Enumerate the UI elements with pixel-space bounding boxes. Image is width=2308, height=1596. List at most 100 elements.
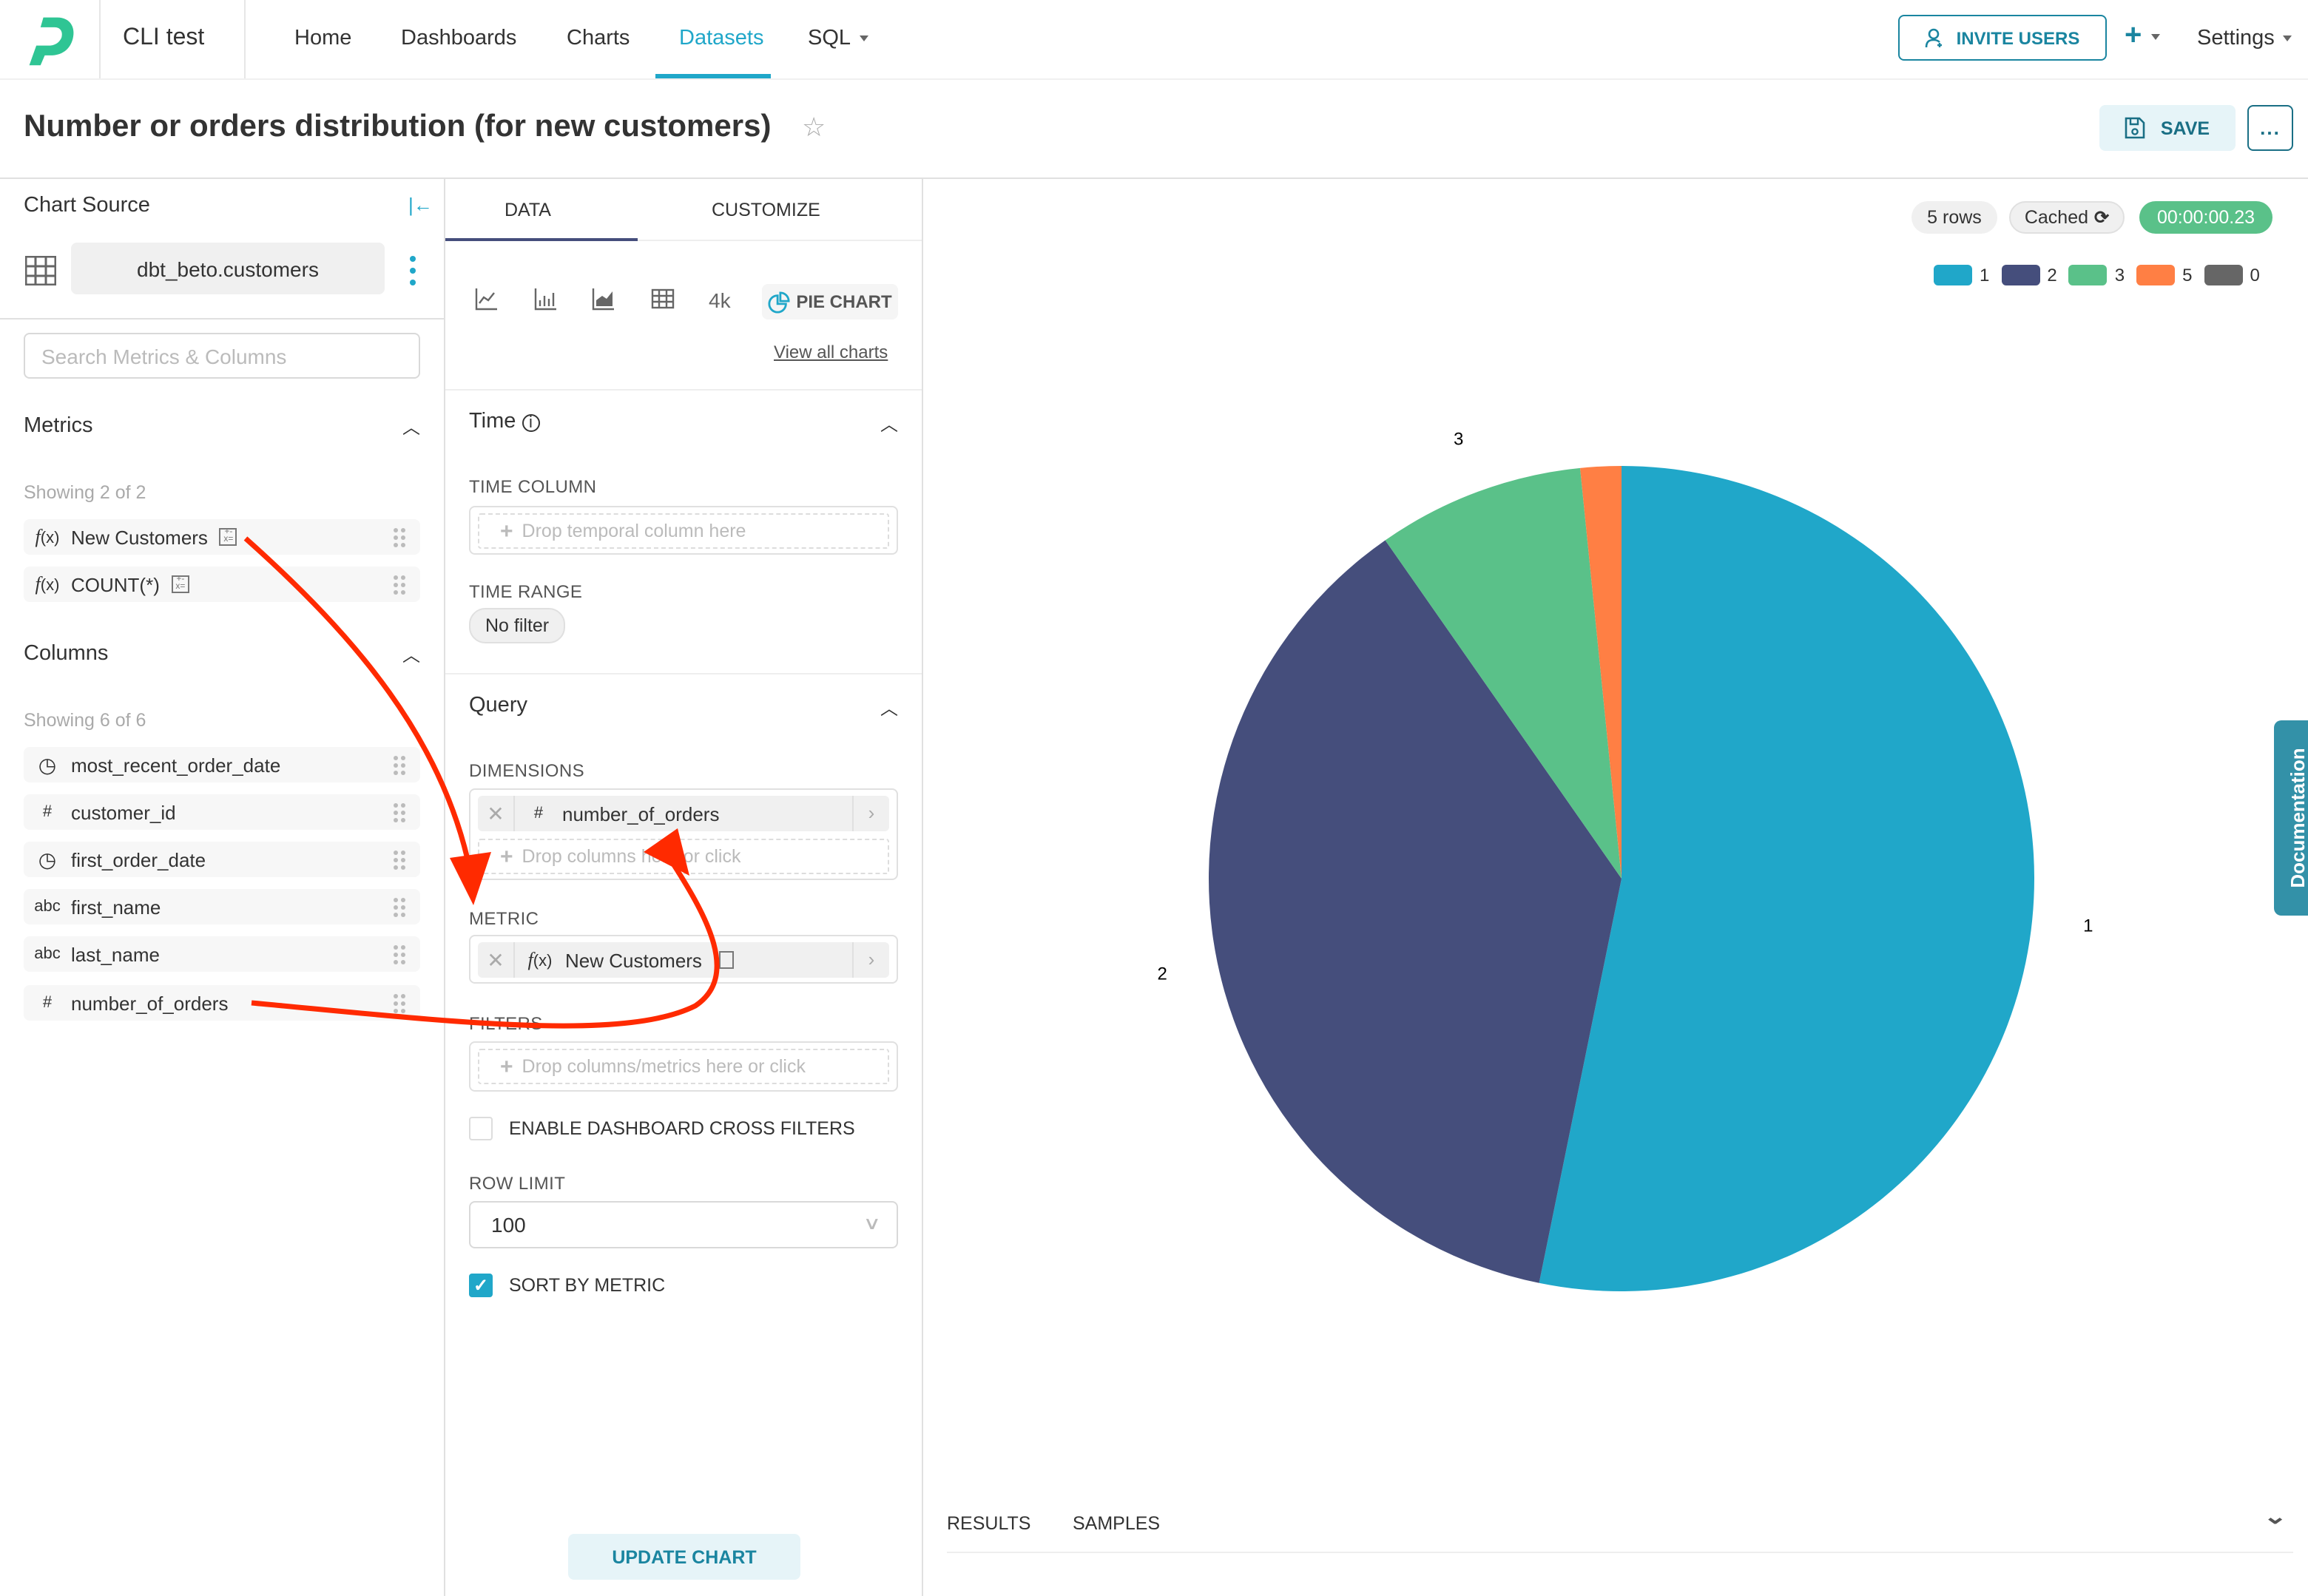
dataset-table-icon <box>25 256 56 285</box>
view-all-charts-link[interactable]: View all charts <box>774 342 888 362</box>
tab-customize[interactable]: CUSTOMIZE <box>712 200 820 220</box>
chart-header: Number or orders distribution (for new c… <box>0 80 2308 179</box>
big-number-icon[interactable]: 4k <box>709 288 731 312</box>
search-metrics-columns-input[interactable]: Search Metrics & Columns <box>24 333 420 379</box>
documentation-label: Documentation <box>2286 748 2308 888</box>
nav-charts[interactable]: Charts <box>567 27 630 50</box>
chevron-right-icon[interactable]: › <box>852 942 889 978</box>
bar-chart-icon[interactable] <box>534 287 558 311</box>
clock-icon: ◷ <box>38 752 57 776</box>
plus-icon[interactable]: + <box>2125 21 2160 50</box>
cross-filters-label[interactable]: ENABLE DASHBOARD CROSS FILTERS <box>509 1118 855 1139</box>
nav-sql[interactable]: SQL <box>808 27 869 50</box>
time-column-dropzone[interactable]: + Drop temporal column here <box>469 506 898 555</box>
time-range-value[interactable]: No filter <box>469 608 566 643</box>
metrics-section-title[interactable]: Metrics <box>24 414 92 438</box>
filters-placeholder: Drop columns/metrics here or click <box>522 1056 806 1077</box>
metric-chip[interactable]: ✕ f(x) New Customers › <box>478 942 889 978</box>
plus-icon: + <box>500 518 513 544</box>
pie-chart-selected-button[interactable]: PIE CHART <box>762 284 898 319</box>
drag-handle-icon[interactable] <box>394 994 405 1013</box>
chevron-up-icon[interactable]: ︿ <box>880 411 898 436</box>
chevron-down-icon[interactable]: ⌄ <box>2263 1504 2287 1529</box>
filters-drop-target[interactable]: + Drop columns/metrics here or click <box>478 1049 889 1084</box>
info-icon[interactable]: i <box>522 414 540 432</box>
active-nav-indicator <box>655 74 771 78</box>
save-button[interactable]: SAVE <box>2099 105 2236 151</box>
dimension-name: number_of_orders <box>562 802 720 825</box>
cross-filters-checkbox[interactable] <box>469 1117 493 1140</box>
pie-slice-label: 1 <box>2083 916 2093 936</box>
dataset-name[interactable]: dbt_beto.customers <box>71 243 385 294</box>
time-column-placeholder: Drop temporal column here <box>522 521 746 541</box>
metric-item[interactable]: f(x) New Customers +- x= <box>24 519 420 555</box>
calculator-icon: +- x= <box>219 528 237 546</box>
caret-down-icon <box>2283 35 2292 42</box>
nav-home[interactable]: Home <box>294 27 351 50</box>
drag-handle-icon[interactable] <box>394 803 405 822</box>
documentation-tab[interactable]: Documentation <box>2274 720 2308 916</box>
string-type-icon: abc <box>34 898 61 916</box>
remove-icon[interactable]: ✕ <box>478 796 515 831</box>
tab-data[interactable]: DATA <box>505 200 551 220</box>
drag-handle-icon[interactable] <box>394 898 405 917</box>
column-item[interactable]: ◷ most_recent_order_date <box>24 747 420 782</box>
invite-users-button[interactable]: INVITE USERS <box>1898 15 2107 61</box>
column-name: number_of_orders <box>71 992 229 1014</box>
nav-datasets[interactable]: Datasets <box>679 27 763 50</box>
star-outline-icon[interactable]: ☆ <box>802 112 826 143</box>
row-limit-label: ROW LIMIT <box>469 1173 566 1194</box>
settings-menu[interactable]: Settings <box>2197 27 2292 50</box>
dimension-chip[interactable]: ✕ # number_of_orders › <box>478 796 889 831</box>
time-column-label: TIME COLUMN <box>469 476 597 497</box>
sort-by-metric-label[interactable]: SORT BY METRIC <box>509 1275 665 1296</box>
drag-handle-icon[interactable] <box>394 851 405 870</box>
chevron-up-icon[interactable]: ︿ <box>402 414 420 439</box>
tab-samples[interactable]: SAMPLES <box>1073 1513 1160 1534</box>
tab-results[interactable]: RESULTS <box>947 1513 1030 1534</box>
update-chart-button[interactable]: UPDATE CHART <box>568 1534 800 1580</box>
chart-controls-panel: DATA CUSTOMIZE 4k PIE CHART View all cha… <box>445 179 923 1596</box>
chart-title[interactable]: Number or orders distribution (for new c… <box>24 109 771 145</box>
remove-icon[interactable]: ✕ <box>478 942 515 978</box>
drag-handle-icon[interactable] <box>394 575 405 595</box>
nav-sql-label: SQL <box>808 27 851 50</box>
columns-section-title[interactable]: Columns <box>24 642 108 666</box>
column-item[interactable]: # number_of_orders <box>24 985 420 1021</box>
sort-by-metric-checkbox[interactable]: ✓ <box>469 1274 493 1297</box>
ellipsis-icon: ... <box>2260 117 2281 139</box>
drag-handle-icon[interactable] <box>394 945 405 964</box>
app-name[interactable]: CLI test <box>123 25 204 52</box>
columns-count: Showing 6 of 6 <box>24 710 146 731</box>
dimensions-drop-target[interactable]: + Drop columns here or click <box>478 839 889 874</box>
drag-handle-icon[interactable] <box>394 756 405 775</box>
table-icon[interactable] <box>651 287 675 311</box>
drag-handle-icon[interactable] <box>394 528 405 547</box>
metric-name: New Customers <box>71 526 208 548</box>
more-options-button[interactable]: ... <box>2247 105 2293 151</box>
clock-icon: ◷ <box>38 847 57 870</box>
area-chart-icon[interactable] <box>592 287 615 311</box>
line-chart-icon[interactable] <box>475 287 499 311</box>
column-item[interactable]: abc first_name <box>24 889 420 924</box>
chevron-right-icon[interactable]: › <box>852 796 889 831</box>
chevron-up-icon[interactable]: ︿ <box>402 642 420 667</box>
dataset-menu-icon[interactable] <box>410 256 417 285</box>
chevron-up-icon[interactable]: ︿ <box>880 695 898 720</box>
pie-slice-label: 2 <box>1157 964 1167 984</box>
time-column-drop-target[interactable]: + Drop temporal column here <box>478 513 889 549</box>
chart-source-title: Chart Source <box>24 194 150 217</box>
time-section-title[interactable]: Time i <box>469 410 540 433</box>
nav-dashboards[interactable]: Dashboards <box>401 27 516 50</box>
divider <box>445 673 922 674</box>
collapse-panel-icon[interactable]: |← <box>408 194 433 216</box>
column-item[interactable]: ◷ first_order_date <box>24 842 420 877</box>
metric-item[interactable]: f(x) COUNT(*) +- x= <box>24 567 420 602</box>
query-section-title[interactable]: Query <box>469 694 527 717</box>
row-limit-select[interactable]: 100 ∨ <box>469 1201 898 1248</box>
column-item[interactable]: abc last_name <box>24 936 420 972</box>
column-item[interactable]: # customer_id <box>24 794 420 830</box>
selected-chart-label: PIE CHART <box>796 291 892 312</box>
filters-dropzone[interactable]: + Drop columns/metrics here or click <box>469 1041 898 1092</box>
brand-logo-icon[interactable] <box>24 12 80 68</box>
